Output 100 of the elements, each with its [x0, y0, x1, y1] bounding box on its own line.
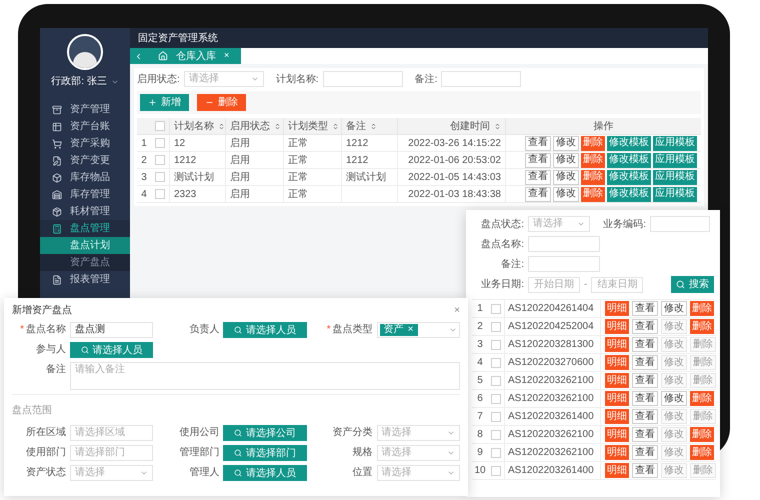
date-field[interactable]: 结束日期: [591, 276, 644, 292]
input-field[interactable]: 盘点测: [70, 322, 154, 338]
checkbox[interactable]: [155, 138, 165, 148]
checkbox[interactable]: [155, 155, 165, 165]
action-button[interactable]: 查看: [632, 319, 658, 334]
picker-button[interactable]: 请选择部门: [223, 445, 307, 461]
checkbox[interactable]: [155, 189, 165, 199]
action-button[interactable]: 明细: [605, 427, 629, 442]
action-button[interactable]: 查看: [632, 427, 658, 442]
action-button[interactable]: 删除: [581, 186, 605, 202]
select-field[interactable]: 请选择: [528, 216, 590, 232]
checkbox[interactable]: [491, 358, 501, 368]
action-button[interactable]: 删除: [581, 136, 605, 150]
action-button[interactable]: 删除: [690, 301, 714, 316]
input-field[interactable]: [322, 71, 403, 87]
column-header[interactable]: 创建时间: [397, 118, 505, 135]
action-button[interactable]: 查看: [525, 170, 551, 184]
action-button[interactable]: 查看: [632, 355, 658, 370]
select-field[interactable]: 请选择: [376, 445, 460, 461]
picker-button[interactable]: 请选择人员: [223, 322, 307, 338]
menu-item[interactable]: 盘点管理: [40, 220, 130, 237]
menu-item[interactable]: 资产台账: [40, 118, 130, 135]
action-button[interactable]: 应用模板: [653, 136, 697, 150]
picker-button[interactable]: 请选择公司: [223, 425, 307, 441]
action-button[interactable]: 应用模板: [653, 152, 697, 168]
action-button[interactable]: 删除: [581, 152, 605, 168]
action-button[interactable]: 应用模板: [653, 170, 697, 184]
action-button[interactable]: 修改: [661, 391, 687, 406]
action-button[interactable]: 修改: [553, 186, 579, 202]
action-button[interactable]: 明细: [605, 319, 629, 334]
picker-button[interactable]: 请选择人员: [70, 342, 154, 358]
action-button[interactable]: 查看: [632, 445, 658, 460]
close-button[interactable]: ×: [454, 306, 460, 316]
menu-item[interactable]: 库存物品: [40, 169, 130, 186]
action-button[interactable]: 修改: [553, 170, 579, 184]
column-header[interactable]: 操作: [505, 118, 701, 135]
submenu-item[interactable]: 资产盘点: [40, 254, 130, 271]
action-button[interactable]: 查看: [525, 136, 551, 150]
select-field[interactable]: 请选择: [376, 425, 460, 441]
action-button[interactable]: 修改模板: [607, 170, 651, 184]
checkbox[interactable]: [491, 430, 501, 440]
column-header[interactable]: 启用状态: [225, 118, 283, 135]
action-button[interactable]: 修改: [661, 301, 687, 316]
input-field[interactable]: [650, 216, 710, 232]
action-button[interactable]: 修改: [553, 136, 579, 150]
action-button[interactable]: 应用模板: [653, 186, 697, 202]
back-button[interactable]: [130, 48, 146, 64]
action-button[interactable]: 查看: [632, 373, 658, 388]
date-field[interactable]: 开始日期: [528, 276, 580, 292]
checkbox[interactable]: [491, 448, 501, 458]
menu-item[interactable]: 库存管理: [40, 186, 130, 203]
action-button[interactable]: 查看: [632, 337, 658, 352]
action-button[interactable]: 删除: [581, 170, 605, 184]
menu-item[interactable]: 资产管理: [40, 101, 130, 118]
action-button[interactable]: 明细: [605, 409, 629, 424]
checkbox[interactable]: [155, 121, 165, 131]
menu-item[interactable]: 报表管理: [40, 271, 130, 288]
action-button[interactable]: 查看: [632, 391, 658, 406]
action-button[interactable]: 查看: [632, 463, 658, 478]
action-button[interactable]: 查看: [525, 186, 551, 202]
column-header[interactable]: 备注: [341, 118, 397, 135]
action-button[interactable]: 查看: [632, 409, 658, 424]
checkbox[interactable]: [491, 466, 501, 476]
input-field[interactable]: [528, 256, 600, 272]
action-button[interactable]: 明细: [605, 445, 629, 460]
action-button[interactable]: 修改: [553, 152, 579, 168]
action-button[interactable]: 明细: [605, 391, 629, 406]
action-button[interactable]: 删除: [690, 391, 714, 406]
action-button[interactable]: 查看: [632, 301, 658, 316]
menu-item[interactable]: 资产采购: [40, 135, 130, 152]
column-header[interactable]: 计划类型: [283, 118, 341, 135]
checkbox[interactable]: [491, 304, 501, 314]
toolbar-button[interactable]: 删除: [197, 94, 246, 111]
select-field[interactable]: 请选择: [376, 465, 460, 481]
input-field[interactable]: [441, 71, 522, 87]
checkbox[interactable]: [491, 376, 501, 386]
action-button[interactable]: 修改模板: [607, 136, 651, 150]
select-field[interactable]: 资产 ×: [376, 322, 460, 338]
select-field[interactable]: 请选择: [70, 465, 154, 481]
checkbox[interactable]: [155, 172, 165, 182]
action-button[interactable]: 删除: [690, 445, 714, 460]
action-button[interactable]: 修改模板: [607, 152, 651, 168]
input-field[interactable]: 请选择部门: [70, 445, 154, 461]
action-button[interactable]: 明细: [605, 337, 629, 352]
action-button[interactable]: 删除: [690, 427, 714, 442]
action-button[interactable]: 明细: [605, 463, 629, 478]
action-button[interactable]: 删除: [690, 319, 714, 334]
menu-item[interactable]: 资产变更: [40, 152, 130, 169]
checkbox[interactable]: [491, 394, 501, 404]
submenu-item[interactable]: 盘点计划: [40, 237, 130, 254]
action-button[interactable]: 明细: [605, 355, 629, 370]
menu-item[interactable]: 耗材管理: [40, 203, 130, 220]
checkbox[interactable]: [491, 322, 501, 332]
column-header[interactable]: 计划名称: [169, 118, 225, 135]
search-button[interactable]: 搜索: [671, 276, 714, 293]
textarea-field[interactable]: 请输入备注: [70, 362, 460, 390]
action-button[interactable]: 明细: [605, 373, 629, 388]
toolbar-button[interactable]: 新增: [140, 94, 189, 111]
action-button[interactable]: 修改模板: [607, 186, 651, 202]
checkbox[interactable]: [491, 340, 501, 350]
